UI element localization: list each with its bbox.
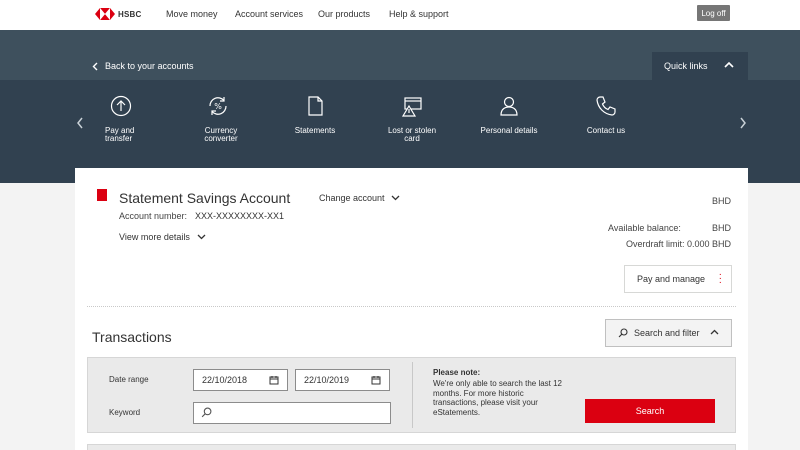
available-balance-value: BHD (711, 223, 731, 233)
date-range-label: Date range (109, 375, 149, 384)
quick-link-label: Contact us (586, 126, 626, 135)
chevron-down-icon (197, 234, 206, 240)
overdraft-limit: Overdraft limit: 0.000 BHD (625, 239, 731, 249)
date-from-value: 22/10/2018 (202, 375, 248, 385)
filter-separator (412, 362, 413, 428)
search-and-filter-label: Search and filter (634, 328, 700, 338)
quick-link-label: Pay and transfer (105, 126, 135, 143)
quick-link-label: Personal details (480, 126, 538, 135)
logoff-button[interactable]: Log off (697, 5, 730, 21)
account-name: Statement Savings Account (119, 190, 291, 206)
calendar-icon[interactable] (371, 375, 381, 385)
account-number: XXX-XXXXXXXX-XX1 (195, 211, 285, 221)
carousel-next-icon[interactable] (739, 117, 747, 129)
back-link-label: Back to your accounts (105, 61, 194, 71)
calendar-icon[interactable] (269, 375, 279, 385)
chevron-up-icon (710, 329, 719, 335)
quick-link-lost-stolen-card[interactable]: Lost or stolen card (372, 94, 452, 143)
results-panel-edge (87, 444, 736, 450)
quick-link-label: Currency converter (204, 126, 238, 143)
change-account-label: Change account (319, 193, 385, 203)
card-warning-icon (401, 97, 422, 117)
top-navigation: HSBC Move money Account services Our pro… (0, 0, 800, 30)
keyword-input[interactable] (193, 402, 391, 424)
chevron-down-icon (391, 195, 400, 201)
chevron-up-icon (724, 61, 734, 68)
note-body: We're only able to search the last 12 mo… (433, 379, 563, 417)
upload-circle-icon (110, 95, 132, 117)
search-and-filter-button[interactable]: Search and filter (605, 319, 732, 347)
document-icon (308, 96, 323, 116)
date-from-input[interactable]: 22/10/2018 (193, 369, 288, 391)
brand-name: HSBC (118, 9, 142, 19)
quick-link-label: Lost or stolen card (387, 126, 437, 143)
hsbc-logo[interactable]: HSBC (95, 8, 141, 20)
quick-link-statements[interactable]: Statements (275, 94, 355, 135)
date-to-value: 22/10/2019 (304, 375, 350, 385)
person-icon (500, 96, 518, 116)
back-to-accounts-link[interactable]: Back to your accounts (92, 61, 194, 71)
date-to-input[interactable]: 22/10/2019 (295, 369, 390, 391)
svg-text:%: % (214, 102, 222, 111)
quick-link-currency-converter[interactable]: % Currency converter (178, 94, 258, 143)
view-more-details-toggle[interactable]: View more details (119, 232, 206, 242)
phone-icon (596, 96, 616, 116)
quick-link-pay-transfer[interactable]: Pay and transfer (81, 94, 161, 143)
quick-link-label: Statements (294, 126, 336, 135)
available-balance-label: Available balance: (608, 223, 681, 233)
section-divider (87, 306, 736, 307)
account-currency: BHD (711, 196, 731, 206)
nav-account-services[interactable]: Account services (235, 9, 303, 19)
nav-help-support[interactable]: Help & support (389, 9, 449, 19)
nav-our-products[interactable]: Our products (318, 9, 370, 19)
quick-link-contact-us[interactable]: Contact us (566, 94, 646, 135)
more-options-icon: · · · (718, 269, 722, 288)
view-more-label: View more details (119, 232, 190, 242)
account-type-marker (97, 189, 107, 201)
account-number-label: Account number: (119, 211, 188, 221)
quick-links-label: Quick links (664, 61, 708, 71)
pay-and-manage-label: Pay and manage (637, 274, 706, 284)
search-icon (618, 328, 628, 338)
quick-links-toggle[interactable]: Quick links (652, 52, 748, 80)
keyword-label: Keyword (109, 408, 141, 417)
chevron-left-icon (92, 62, 98, 70)
nav-move-money[interactable]: Move money (166, 9, 218, 19)
currency-converter-icon: % (209, 97, 227, 115)
search-button[interactable]: Search (585, 399, 715, 423)
quick-link-personal-details[interactable]: Personal details (469, 94, 549, 135)
hsbc-hexagon-icon (95, 8, 115, 20)
change-account-dropdown[interactable]: Change account (319, 193, 400, 203)
search-icon (201, 407, 212, 418)
note-title: Please note: (433, 368, 481, 377)
transactions-heading: Transactions (92, 329, 172, 345)
pay-and-manage-button[interactable]: Pay and manage · · · (624, 265, 732, 293)
